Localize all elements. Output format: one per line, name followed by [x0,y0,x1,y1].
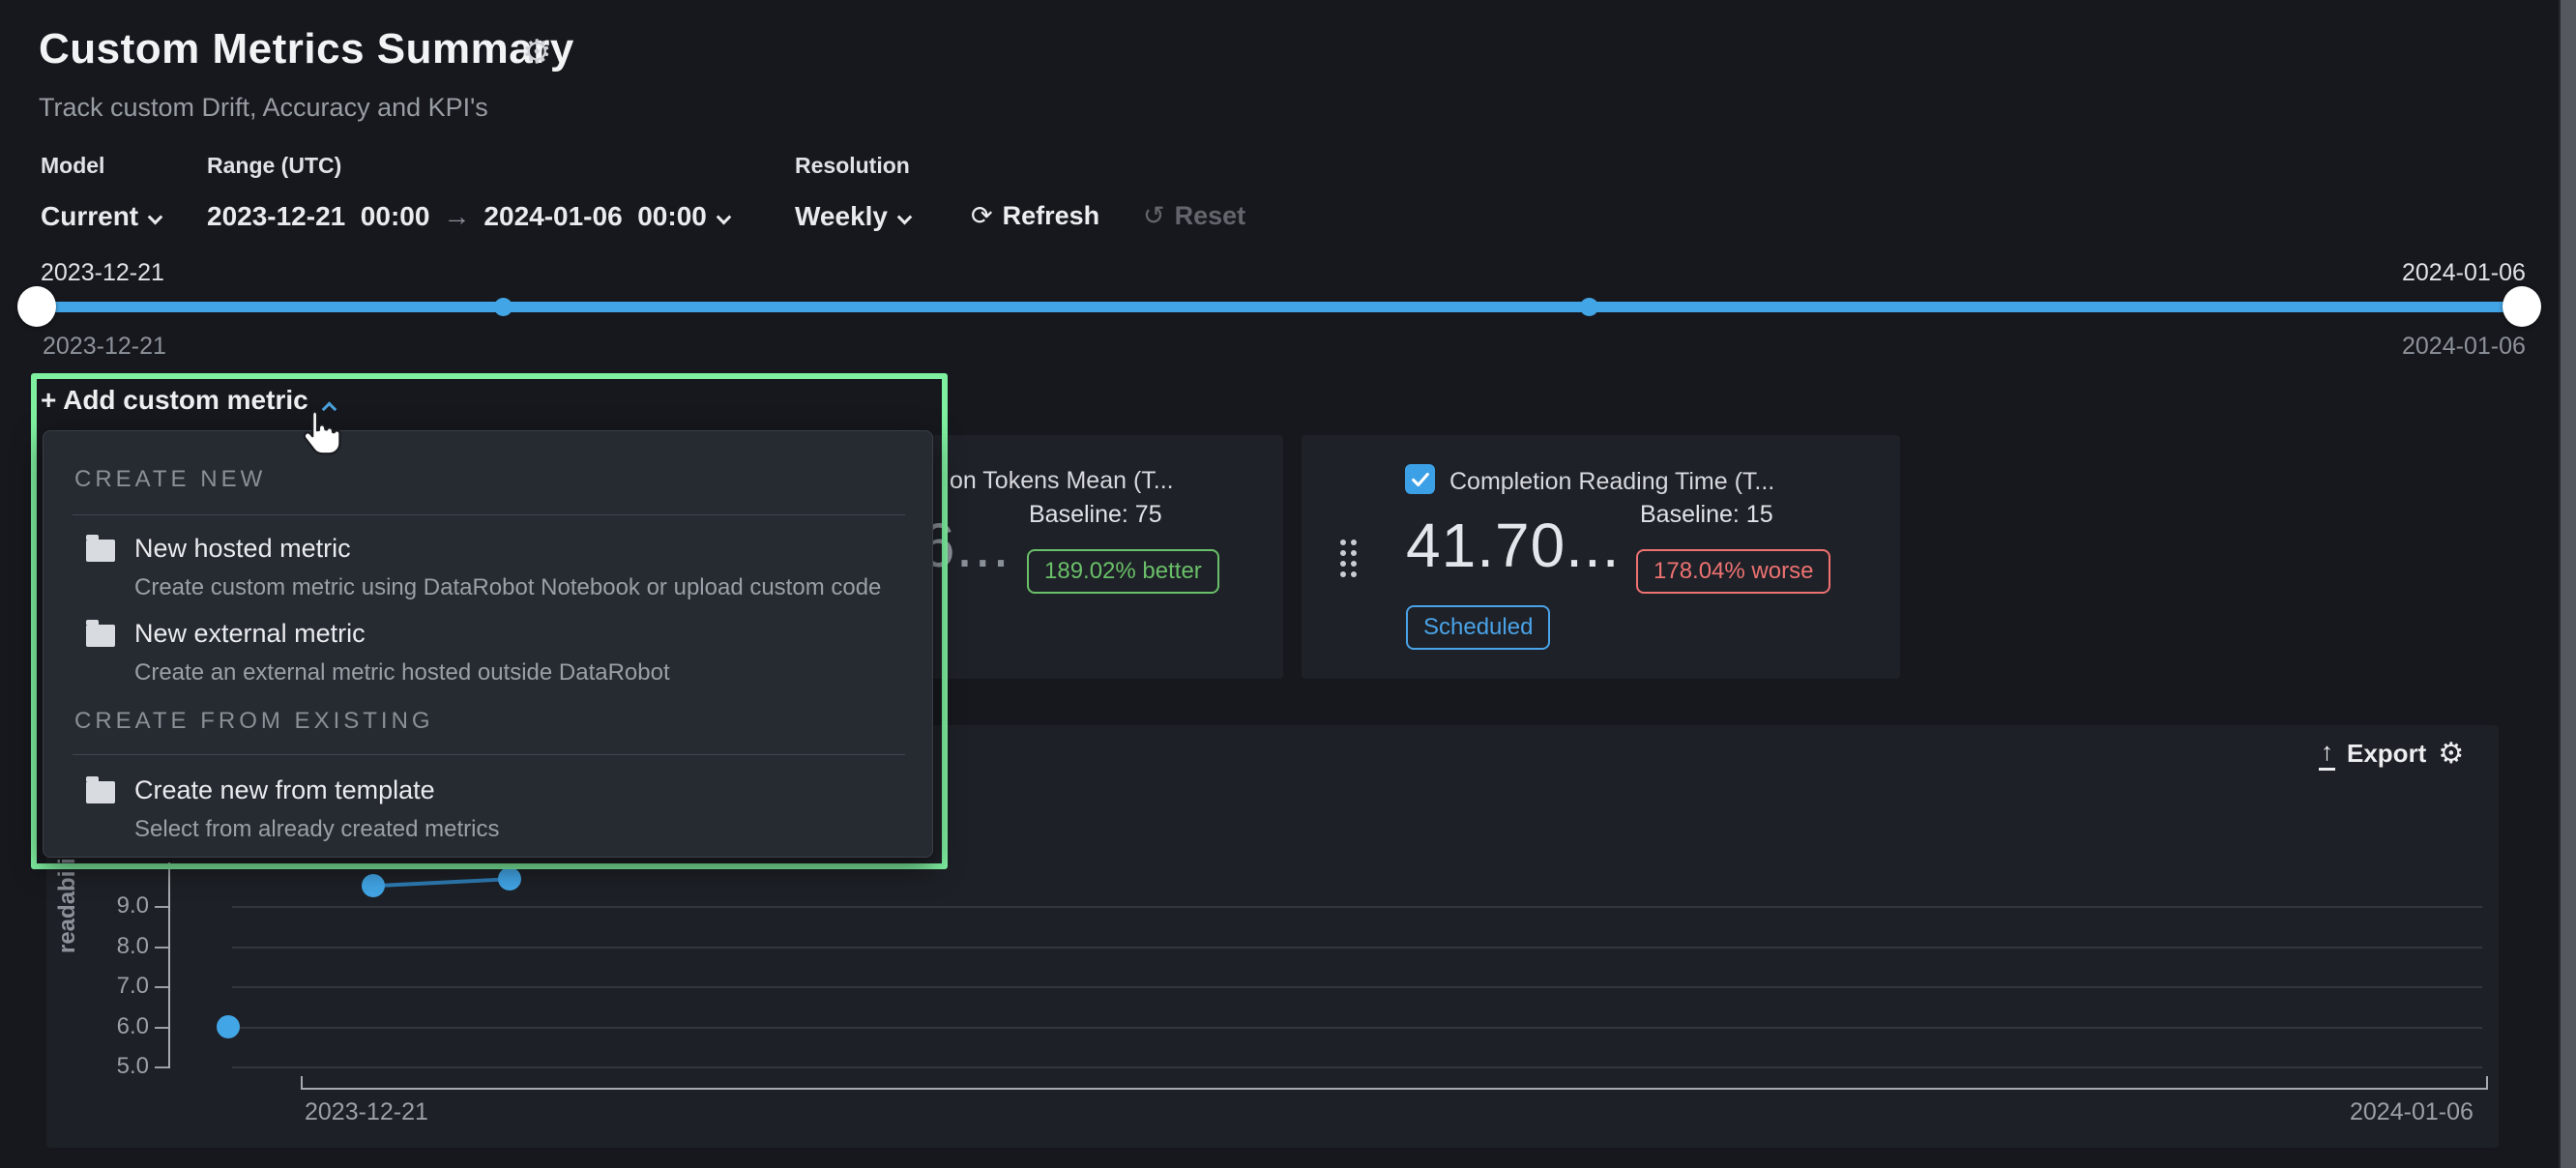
divider [73,754,905,755]
menu-item-description: Select from already created metrics [134,816,499,843]
menu-item-new-external-metric[interactable]: New external metric Create an external m… [86,617,908,698]
add-custom-metric-button[interactable]: + Add custom metric [41,385,335,416]
folder-icon [86,540,115,562]
data-point[interactable] [217,1015,240,1038]
section-heading-create-new: CREATE NEW [74,466,266,493]
folder-icon [86,781,115,803]
menu-item-description: Create an external metric hosted outside… [134,659,670,686]
section-heading-create-from-existing: CREATE FROM EXISTING [74,708,434,735]
add-custom-metric-label: + Add custom metric [41,385,308,415]
menu-item-new-hosted-metric[interactable]: New hosted metric Create custom metric u… [86,532,908,613]
vertical-scrollbar[interactable] [2559,0,2576,1168]
folder-icon [86,625,115,647]
divider [73,514,905,515]
add-metric-dropdown-panel: CREATE NEW New hosted metric Create cust… [43,430,933,858]
data-point[interactable] [498,867,521,891]
menu-item-title: New external metric [134,619,366,649]
hand-cursor-icon [296,406,346,460]
menu-item-description: Create custom metric using DataRobot Not… [134,574,881,601]
menu-item-title: Create new from template [134,775,435,805]
menu-item-create-from-template[interactable]: Create new from template Select from alr… [86,774,908,855]
menu-item-title: New hosted metric [134,534,351,564]
